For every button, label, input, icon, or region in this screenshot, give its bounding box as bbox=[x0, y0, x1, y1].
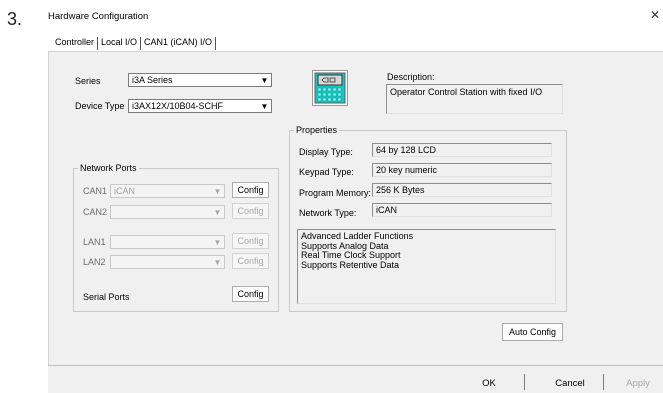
can2-config-button[interactable]: Config bbox=[232, 203, 269, 219]
tab-can1-io[interactable]: CAN1 (iCAN) I/O bbox=[141, 37, 217, 50]
lan2-select[interactable]: ▼ bbox=[110, 255, 225, 269]
tab-local-io[interactable]: Local I/O bbox=[98, 37, 142, 50]
apply-button[interactable]: Apply bbox=[623, 375, 653, 391]
footer-divider bbox=[603, 374, 604, 390]
description-field: Operator Control Station with fixed I/O bbox=[386, 84, 563, 114]
series-select[interactable]: i3A Series ▼ bbox=[128, 73, 272, 87]
network-ports-title: Network Ports bbox=[78, 163, 139, 173]
series-value: i3A Series bbox=[132, 75, 173, 85]
tab-controller[interactable]: Controller bbox=[52, 37, 99, 50]
close-icon[interactable]: ✕ bbox=[650, 8, 660, 22]
controller-device-icon bbox=[312, 70, 348, 106]
can1-label: CAN1 bbox=[83, 186, 108, 196]
step-number: 3. bbox=[7, 9, 23, 29]
can2-label: CAN2 bbox=[83, 207, 108, 217]
properties-title: Properties bbox=[294, 125, 340, 135]
program-memory-field: 256 K Bytes bbox=[372, 183, 552, 197]
can2-select[interactable]: ▼ bbox=[110, 205, 225, 219]
lan2-config-button[interactable]: Config bbox=[232, 253, 269, 269]
device-type-value: i3AX12X/10B04-SCHF bbox=[132, 101, 224, 111]
keypad-type-label: Keypad Type: bbox=[299, 167, 354, 177]
network-type-label: Network Type: bbox=[299, 208, 357, 218]
display-type-field: 64 by 128 LCD bbox=[372, 143, 552, 157]
series-label: Series bbox=[75, 76, 101, 86]
device-type-label: Device Type bbox=[75, 101, 125, 111]
lan2-label: LAN2 bbox=[83, 257, 106, 267]
chevron-down-icon: ▼ bbox=[213, 186, 222, 196]
lan1-select[interactable]: ▼ bbox=[110, 235, 225, 249]
can1-config-button[interactable]: Config bbox=[232, 182, 269, 198]
serial-config-button[interactable]: Config bbox=[232, 286, 269, 302]
tab-strip: Controller Local I/O CAN1 (iCAN) I/O bbox=[52, 36, 217, 50]
list-item: Supports Retentive Data bbox=[301, 259, 400, 270]
auto-config-button[interactable]: Auto Config bbox=[502, 323, 563, 341]
footer-divider bbox=[524, 374, 525, 390]
chevron-down-icon: ▼ bbox=[260, 75, 269, 85]
network-type-field: iCAN bbox=[372, 203, 552, 217]
features-list: Advanced Ladder Functions Supports Analo… bbox=[297, 229, 556, 304]
description-label: Description: bbox=[387, 72, 435, 82]
lan1-config-button[interactable]: Config bbox=[232, 233, 269, 249]
cancel-button[interactable]: Cancel bbox=[552, 375, 588, 391]
program-memory-label: Program Memory: bbox=[299, 188, 372, 198]
chevron-down-icon: ▼ bbox=[260, 101, 269, 111]
keypad-type-field: 20 key numeric bbox=[372, 163, 552, 177]
display-type-label: Display Type: bbox=[299, 147, 353, 157]
lan1-label: LAN1 bbox=[83, 237, 106, 247]
can1-value: iCAN bbox=[114, 186, 136, 196]
device-type-select[interactable]: i3AX12X/10B04-SCHF ▼ bbox=[128, 99, 272, 113]
chevron-down-icon: ▼ bbox=[213, 207, 222, 217]
chevron-down-icon: ▼ bbox=[213, 257, 222, 267]
can1-select[interactable]: iCAN ▼ bbox=[110, 184, 225, 198]
window-title: Hardware Configuration bbox=[48, 11, 149, 22]
ok-button[interactable]: OK bbox=[474, 375, 504, 391]
serial-ports-label: Serial Ports bbox=[83, 292, 130, 302]
chevron-down-icon: ▼ bbox=[213, 237, 222, 247]
